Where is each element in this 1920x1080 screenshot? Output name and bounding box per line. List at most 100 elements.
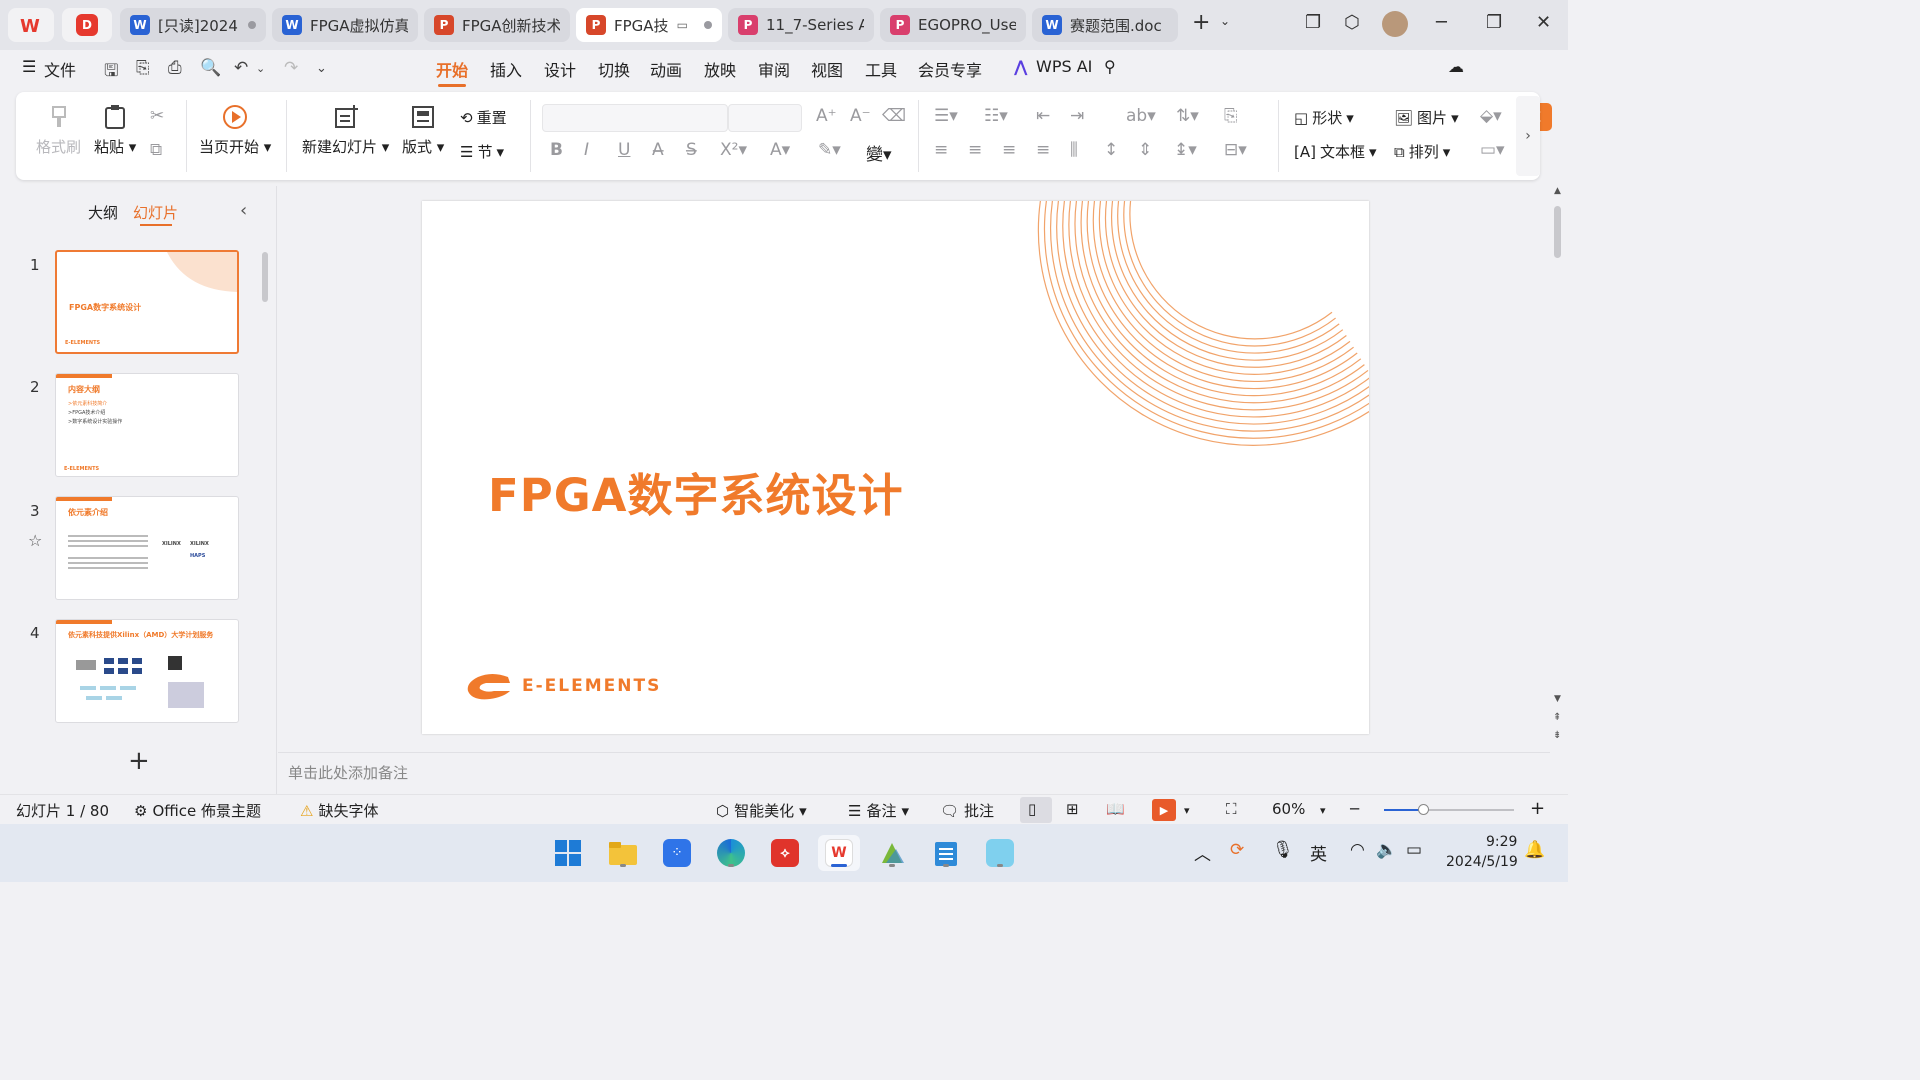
- cloud-chat-icon[interactable]: ☁: [1448, 57, 1464, 76]
- volume-icon[interactable]: 🔈: [1376, 840, 1397, 860]
- slide-title[interactable]: FPGA数字系统设计: [488, 459, 903, 524]
- reset-button[interactable]: ⟲ 重置: [460, 107, 507, 128]
- microphone-icon[interactable]: 🎙: [1272, 840, 1294, 860]
- increase-font-icon[interactable]: A⁺: [816, 106, 837, 126]
- taskbar-wps-red[interactable]: ⟡: [767, 835, 803, 871]
- align-left-icon[interactable]: ≡: [934, 140, 948, 160]
- convert-icon[interactable]: ⎘: [1224, 106, 1238, 126]
- decrease-font-icon[interactable]: A⁻: [850, 106, 871, 126]
- restore-icon[interactable]: ❐: [1486, 12, 1502, 33]
- redo-icon[interactable]: ↷: [284, 58, 298, 78]
- increase-indent-icon[interactable]: ⇥: [1070, 106, 1084, 126]
- wps-home-button[interactable]: W: [8, 8, 54, 42]
- zoom-in-icon[interactable]: +: [1530, 798, 1545, 819]
- notes-toggle-button[interactable]: ☰ 备注 ▾: [848, 800, 909, 821]
- clock-time[interactable]: 9:29: [1486, 834, 1517, 850]
- taskbar-notepad[interactable]: [928, 835, 964, 871]
- battery-icon[interactable]: ▭: [1406, 840, 1422, 860]
- zoom-level[interactable]: 60%: [1272, 800, 1305, 818]
- text-direction-icon[interactable]: ab▾: [1126, 106, 1156, 126]
- zoom-out-icon[interactable]: ─: [1350, 800, 1359, 818]
- next-slide-icon[interactable]: ⇟: [1553, 730, 1561, 741]
- print-icon[interactable]: ⎙: [168, 58, 182, 78]
- font-family-dropdown[interactable]: [542, 104, 728, 132]
- more-chevron-icon[interactable]: ⌄: [316, 61, 327, 76]
- doc-tab-2[interactable]: W FPGA虚拟仿真: [272, 8, 418, 42]
- menu-review[interactable]: 审阅: [758, 57, 790, 81]
- reading-view-icon[interactable]: 📖: [1106, 800, 1125, 818]
- underline-icon[interactable]: U: [618, 140, 630, 160]
- decrease-indent-icon[interactable]: ⇤: [1036, 106, 1050, 126]
- play-from-current-button[interactable]: 当页开始 ▾: [199, 104, 271, 157]
- search-icon[interactable]: ⚲: [1104, 57, 1116, 76]
- zoom-slider-handle[interactable]: [1418, 804, 1429, 815]
- menu-animation[interactable]: 动画: [650, 57, 682, 81]
- textbox-button[interactable]: [A] 文本框 ▾: [1294, 141, 1377, 162]
- menu-view[interactable]: 视图: [811, 57, 843, 81]
- highlight-icon[interactable]: ✎▾: [818, 140, 841, 160]
- shadow-s-icon[interactable]: S̶: [686, 140, 697, 160]
- justify-icon[interactable]: ≡: [1036, 140, 1050, 160]
- tab-outline[interactable]: 大纲: [88, 202, 118, 223]
- tray-expand-chevron-icon[interactable]: ︿: [1194, 840, 1211, 865]
- docer-app-button[interactable]: D: [62, 8, 112, 42]
- star-icon[interactable]: ☆: [28, 531, 42, 550]
- fit-window-icon[interactable]: ⛶: [1226, 800, 1237, 818]
- spacing-dropdown-icon[interactable]: ↨▾: [1174, 140, 1197, 160]
- slide-thumbnail-2[interactable]: 内容大纲 >依元素科技简介 >FPGA技术介绍 >数字系统设计实验操作 E-EL…: [55, 373, 239, 477]
- window-switch-icon[interactable]: ❐: [1305, 12, 1321, 33]
- cut-icon[interactable]: ✂: [150, 106, 164, 126]
- cube-icon[interactable]: ⬡: [1344, 12, 1360, 33]
- smart-beautify-button[interactable]: ⬡ 智能美化 ▾: [716, 800, 807, 821]
- vertical-scrollbar[interactable]: ▲ ▼ ⇞ ⇟: [1550, 186, 1568, 752]
- start-button[interactable]: [550, 835, 586, 871]
- prev-slide-icon[interactable]: ⇞: [1553, 712, 1561, 723]
- align-center-icon[interactable]: ≡: [968, 140, 982, 160]
- new-slide-button[interactable]: 新建幻灯片 ▾: [302, 104, 389, 157]
- sync-icon[interactable]: ⟳: [1230, 840, 1244, 860]
- align-right-icon[interactable]: ≡: [1002, 140, 1016, 160]
- paragraph-spacing-icon[interactable]: ⇕: [1138, 140, 1152, 160]
- menu-member[interactable]: 会员专享: [918, 57, 982, 81]
- wifi-icon[interactable]: ◠: [1350, 840, 1365, 860]
- strikethrough-icon[interactable]: A̶: [652, 140, 664, 160]
- notes-pane[interactable]: 单击此处添加备注: [278, 752, 1550, 792]
- copy-icon[interactable]: ⧉: [150, 140, 162, 160]
- paste-button[interactable]: 粘贴 ▾: [94, 104, 136, 157]
- sort-icon[interactable]: ⇅▾: [1176, 106, 1199, 126]
- undo-icon[interactable]: ↶: [234, 58, 248, 78]
- theme-indicator[interactable]: ⚙ Office 佈景主题: [134, 800, 261, 821]
- taskbar-vivado[interactable]: [874, 835, 910, 871]
- save-icon[interactable]: 🖫: [104, 58, 118, 87]
- scroll-down-icon[interactable]: ▼: [1554, 694, 1561, 704]
- current-slide[interactable]: FPGA数字系统设计 E-ELEMENTS: [422, 201, 1369, 734]
- comment-button[interactable]: 🗨 批注: [940, 800, 994, 821]
- undo-dropdown-icon[interactable]: ⌄: [256, 62, 265, 75]
- notification-bell-icon[interactable]: 🔔: [1524, 840, 1545, 860]
- shape-button[interactable]: ◱ 形状 ▾: [1294, 107, 1354, 128]
- superscript-icon[interactable]: X²▾: [720, 140, 747, 160]
- taskbar-edge[interactable]: [713, 835, 749, 871]
- menu-file[interactable]: 文件: [44, 57, 76, 81]
- doc-tab-5[interactable]: P 11_7-Series A: [728, 8, 874, 42]
- columns-icon[interactable]: ⊟▾: [1224, 140, 1247, 160]
- hamburger-icon[interactable]: ☰: [22, 57, 36, 76]
- doc-tab-4-active[interactable]: P FPGA技 ▭: [576, 8, 722, 42]
- numbering-icon[interactable]: ☷▾: [984, 106, 1008, 126]
- tab-list-chevron-icon[interactable]: ⌄: [1220, 14, 1230, 28]
- arrange-button[interactable]: ⧉ 排列 ▾: [1394, 141, 1450, 162]
- phonetic-icon[interactable]: 變▾: [866, 140, 892, 165]
- input-language-indicator[interactable]: 英: [1310, 840, 1327, 865]
- clock-date[interactable]: 2024/5/19: [1446, 854, 1518, 870]
- line-spacing-icon[interactable]: ↕: [1104, 140, 1118, 160]
- font-size-dropdown[interactable]: [728, 104, 802, 132]
- doc-tab-6[interactable]: P EGOPRO_User: [880, 8, 1026, 42]
- taskbar-file-explorer[interactable]: [605, 835, 641, 871]
- user-avatar[interactable]: [1382, 11, 1408, 37]
- slideshow-play-icon[interactable]: ▶: [1152, 799, 1176, 821]
- close-icon[interactable]: ✕: [1536, 12, 1551, 33]
- format-painter-button[interactable]: 格式刷: [36, 104, 81, 157]
- slide-thumbnail-4[interactable]: 依元素科技提供Xilinx（AMD）大学计划服务: [55, 619, 239, 723]
- slide-thumbnail-1[interactable]: FPGA数字系统设计 E-ELEMENTS: [55, 250, 239, 354]
- bullets-icon[interactable]: ☰▾: [934, 106, 958, 126]
